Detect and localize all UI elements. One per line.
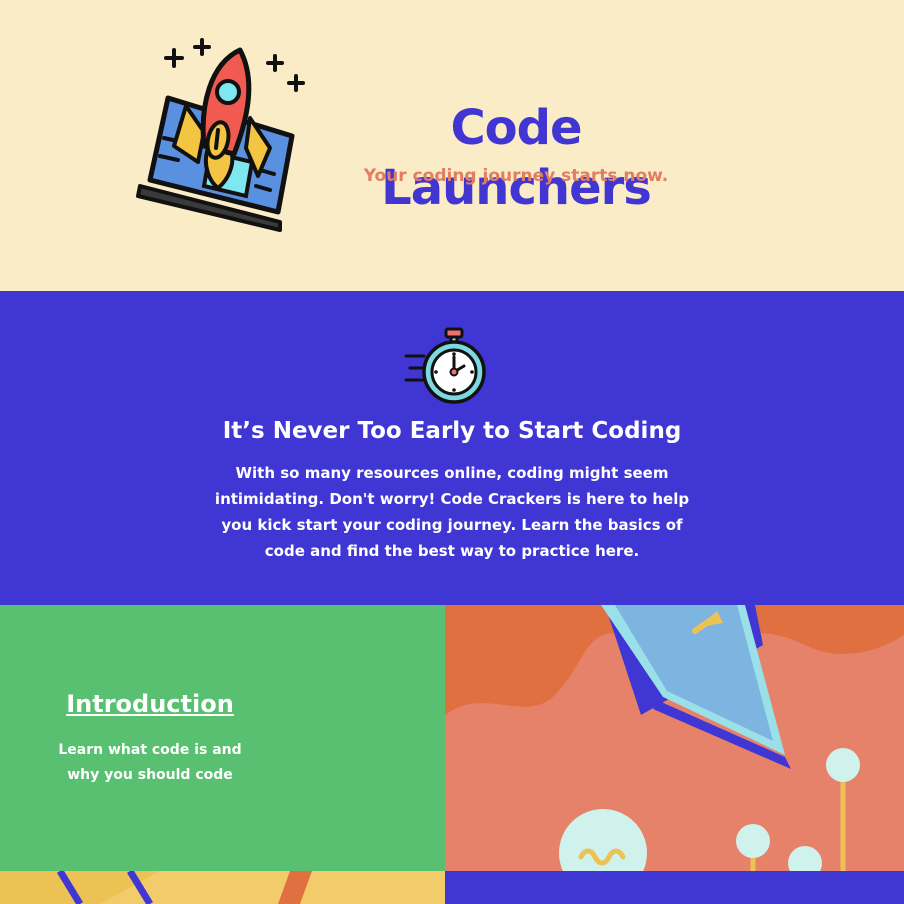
stopwatch-icon	[404, 327, 486, 404]
next-card-illustration	[0, 871, 445, 904]
introduction-description: Learn what code is and why you should co…	[58, 742, 242, 783]
next-card[interactable]	[445, 871, 904, 904]
hero-header: Code Launchers Your coding journey start…	[0, 0, 904, 291]
rocket-laptop-icon	[136, 38, 305, 232]
site-tagline: Your coding journey starts now.	[363, 166, 669, 186]
site-title: Code Launchers	[381, 100, 652, 216]
laptop-lightbulb-illustration-icon	[445, 605, 904, 871]
intro-body: With so many resources online, coding mi…	[214, 464, 690, 560]
intro-heading: It’s Never Too Early to Start Coding	[222, 418, 682, 444]
introduction-link[interactable]: Introduction	[0, 690, 300, 718]
